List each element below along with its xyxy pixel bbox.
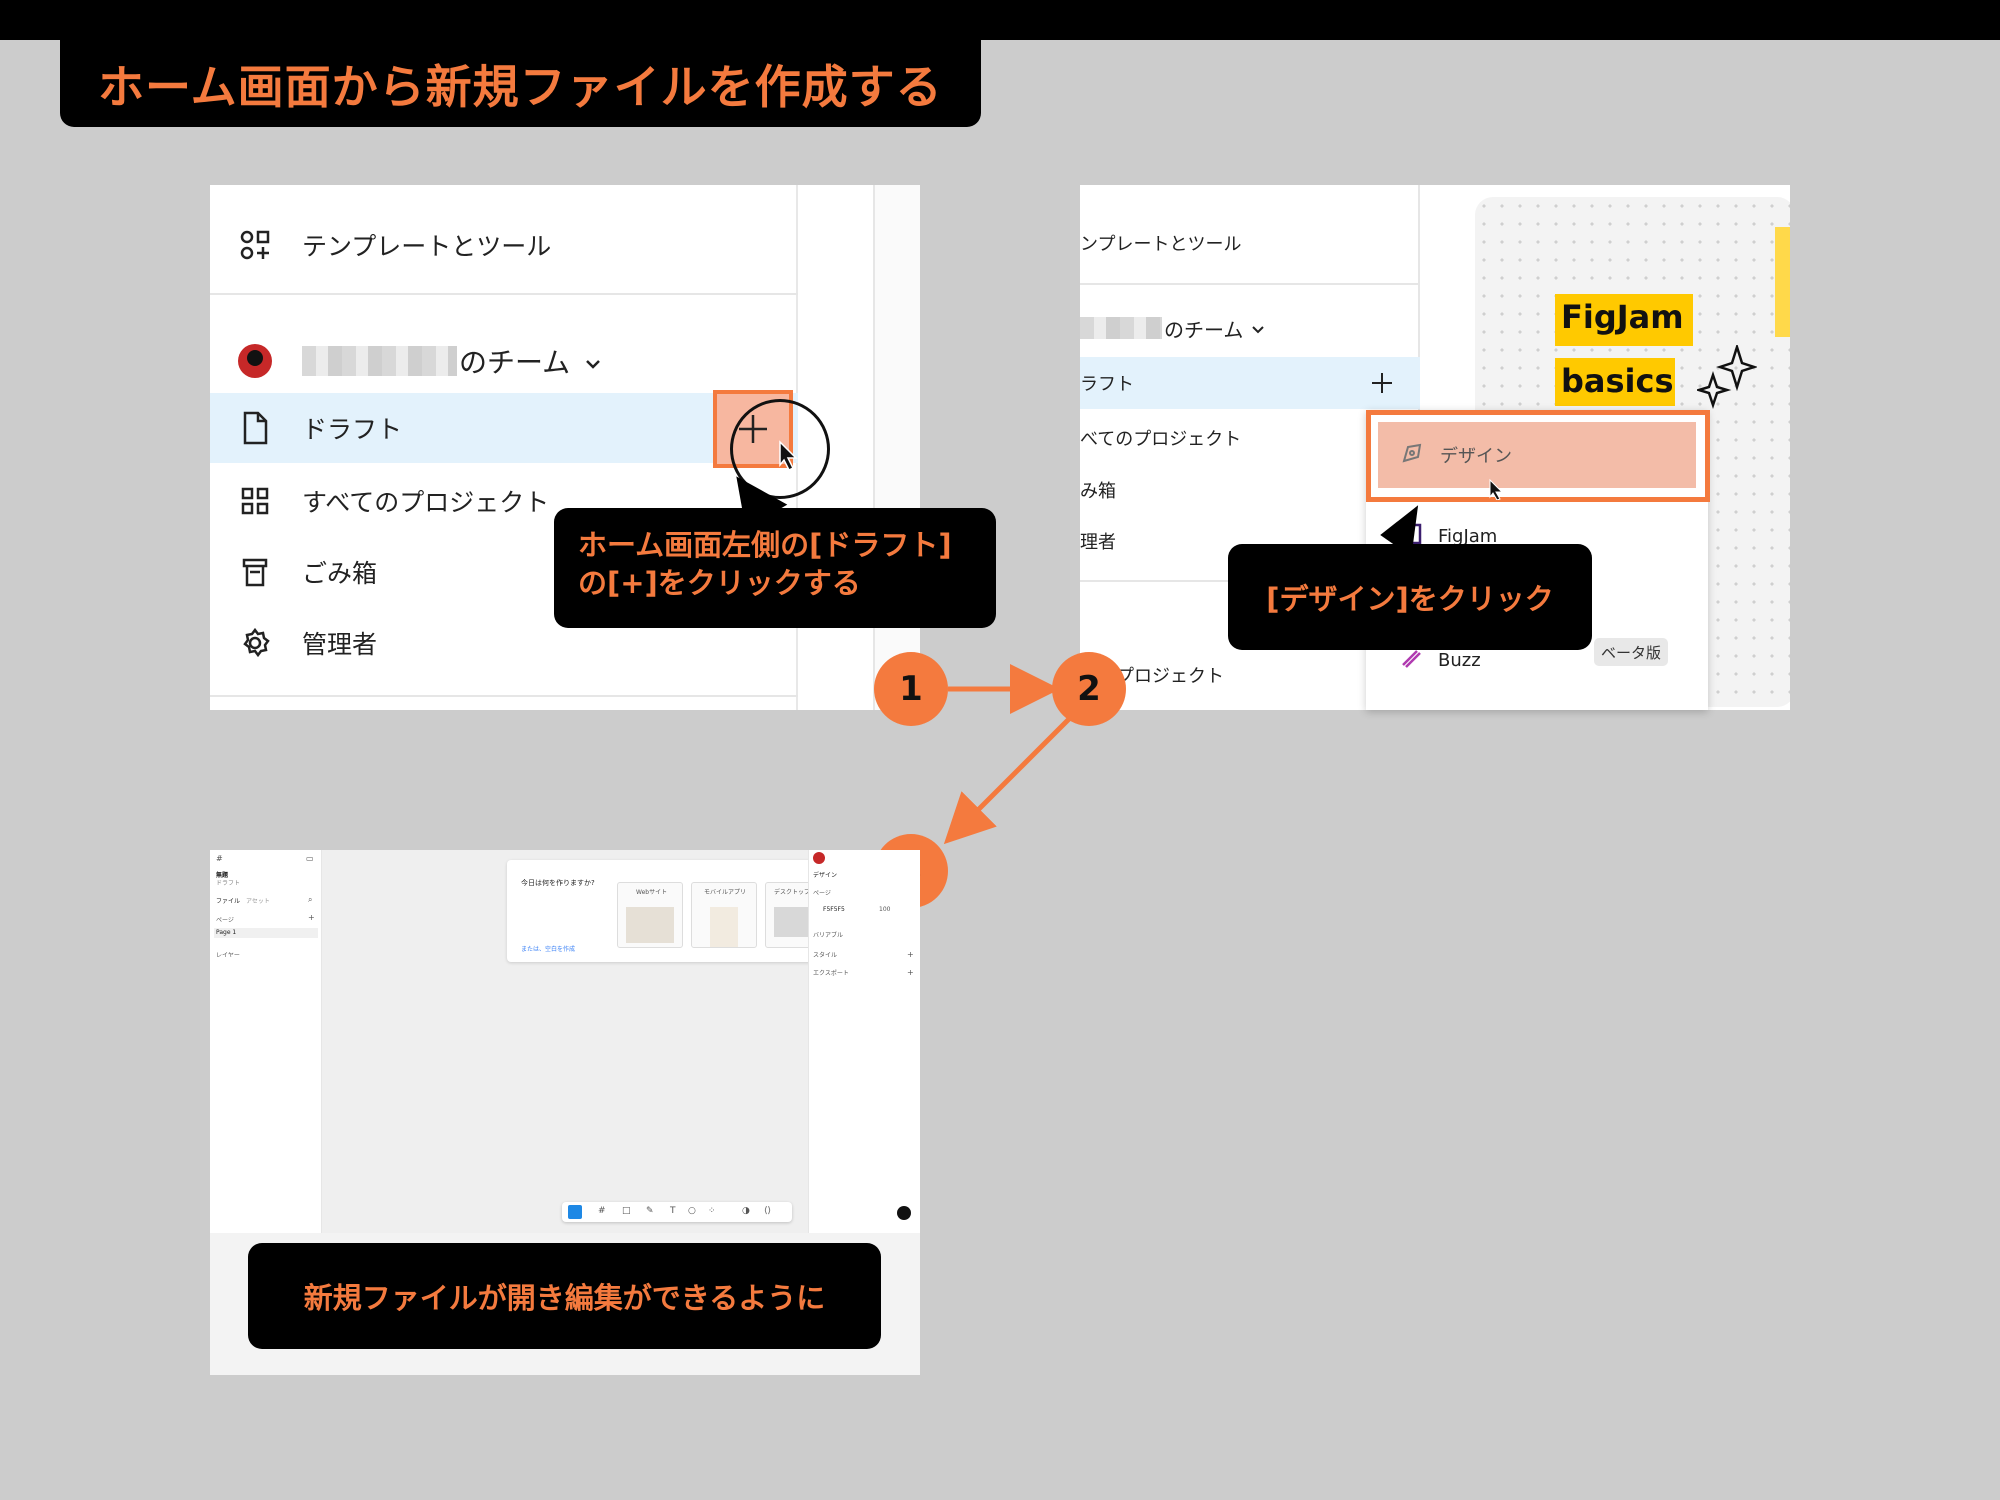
thumb-preview — [710, 907, 738, 947]
tab-file[interactable]: ファイル — [216, 896, 240, 905]
pen-tool-icon[interactable]: ✎ — [646, 1206, 654, 1216]
properties-panel: デザイン ページ F5F5F5 100 バリアブル スタイル + エクスポート … — [808, 850, 920, 1233]
editor-toolbar: # □ ✎ T ○ ⁘ ◑ ⟨⟩ — [562, 1202, 792, 1222]
thumb-label: モバイルアプリ — [704, 889, 747, 896]
canvas[interactable]: 今日は何を作りますか? ✕ Webサイト モバイルアプリ デスクトップアプリ ま… — [322, 850, 847, 1233]
add-export-icon[interactable]: + — [907, 968, 914, 977]
template-dialog: 今日は何を作りますか? ✕ Webサイト モバイルアプリ デスクトップアプリ ま… — [507, 860, 847, 962]
step-2-badge: 2 — [1052, 652, 1126, 726]
thumb-preview — [626, 907, 674, 943]
dialog-title: 今日は何を作りますか? — [521, 879, 595, 887]
search-icon[interactable]: ⌕ — [308, 895, 312, 905]
layers-label: レイヤー — [216, 952, 240, 959]
frame-tool-icon[interactable]: # — [598, 1206, 606, 1216]
page-color-opacity[interactable]: 100 — [879, 906, 890, 913]
tab-assets[interactable]: アセット — [246, 896, 270, 905]
page-color-value[interactable]: F5F5F5 — [823, 906, 845, 913]
file-location: ドラフト — [216, 880, 241, 887]
text-tool-icon[interactable]: T — [670, 1206, 676, 1216]
template-website[interactable]: Webサイト — [617, 882, 683, 948]
styles-label[interactable]: スタイル — [813, 950, 837, 959]
sidebar-toggle-icon[interactable]: ▭ — [306, 854, 314, 863]
dev-mode-icon[interactable]: ◑ — [742, 1206, 750, 1216]
components-tool-icon[interactable]: ⁘ — [708, 1206, 716, 1216]
add-page-icon[interactable]: + — [308, 913, 315, 922]
template-mobile[interactable]: モバイルアプリ — [691, 882, 757, 948]
shape-tool-icon[interactable]: □ — [622, 1206, 631, 1216]
thumb-label: Webサイト — [636, 889, 668, 896]
page-section-label: ページ — [813, 890, 831, 897]
avatar — [813, 852, 825, 864]
code-icon[interactable]: ⟨⟩ — [764, 1206, 771, 1216]
move-tool-icon[interactable] — [568, 1205, 582, 1219]
pages-label: ページ — [216, 917, 234, 924]
figma-menu-icon[interactable]: # — [216, 854, 223, 863]
export-label[interactable]: エクスポート — [813, 968, 849, 977]
blank-file-link[interactable]: または、空白を作成 — [521, 944, 575, 953]
comment-tool-icon[interactable]: ○ — [688, 1206, 696, 1216]
tab-design[interactable]: デザイン — [813, 870, 837, 879]
step-1-badge: 1 — [874, 652, 948, 726]
callout-step3: 新規ファイルが開き編集ができるように — [248, 1243, 881, 1349]
variables-label[interactable]: バリアブル — [813, 930, 843, 939]
help-icon[interactable] — [897, 1206, 911, 1220]
add-style-icon[interactable]: + — [907, 950, 914, 959]
layers-panel: # ▭ 無題 ドラフト ファイル アセット ⌕ ページ + Page 1 レイヤ… — [210, 850, 322, 1233]
page-item[interactable]: Page 1 — [216, 929, 236, 936]
